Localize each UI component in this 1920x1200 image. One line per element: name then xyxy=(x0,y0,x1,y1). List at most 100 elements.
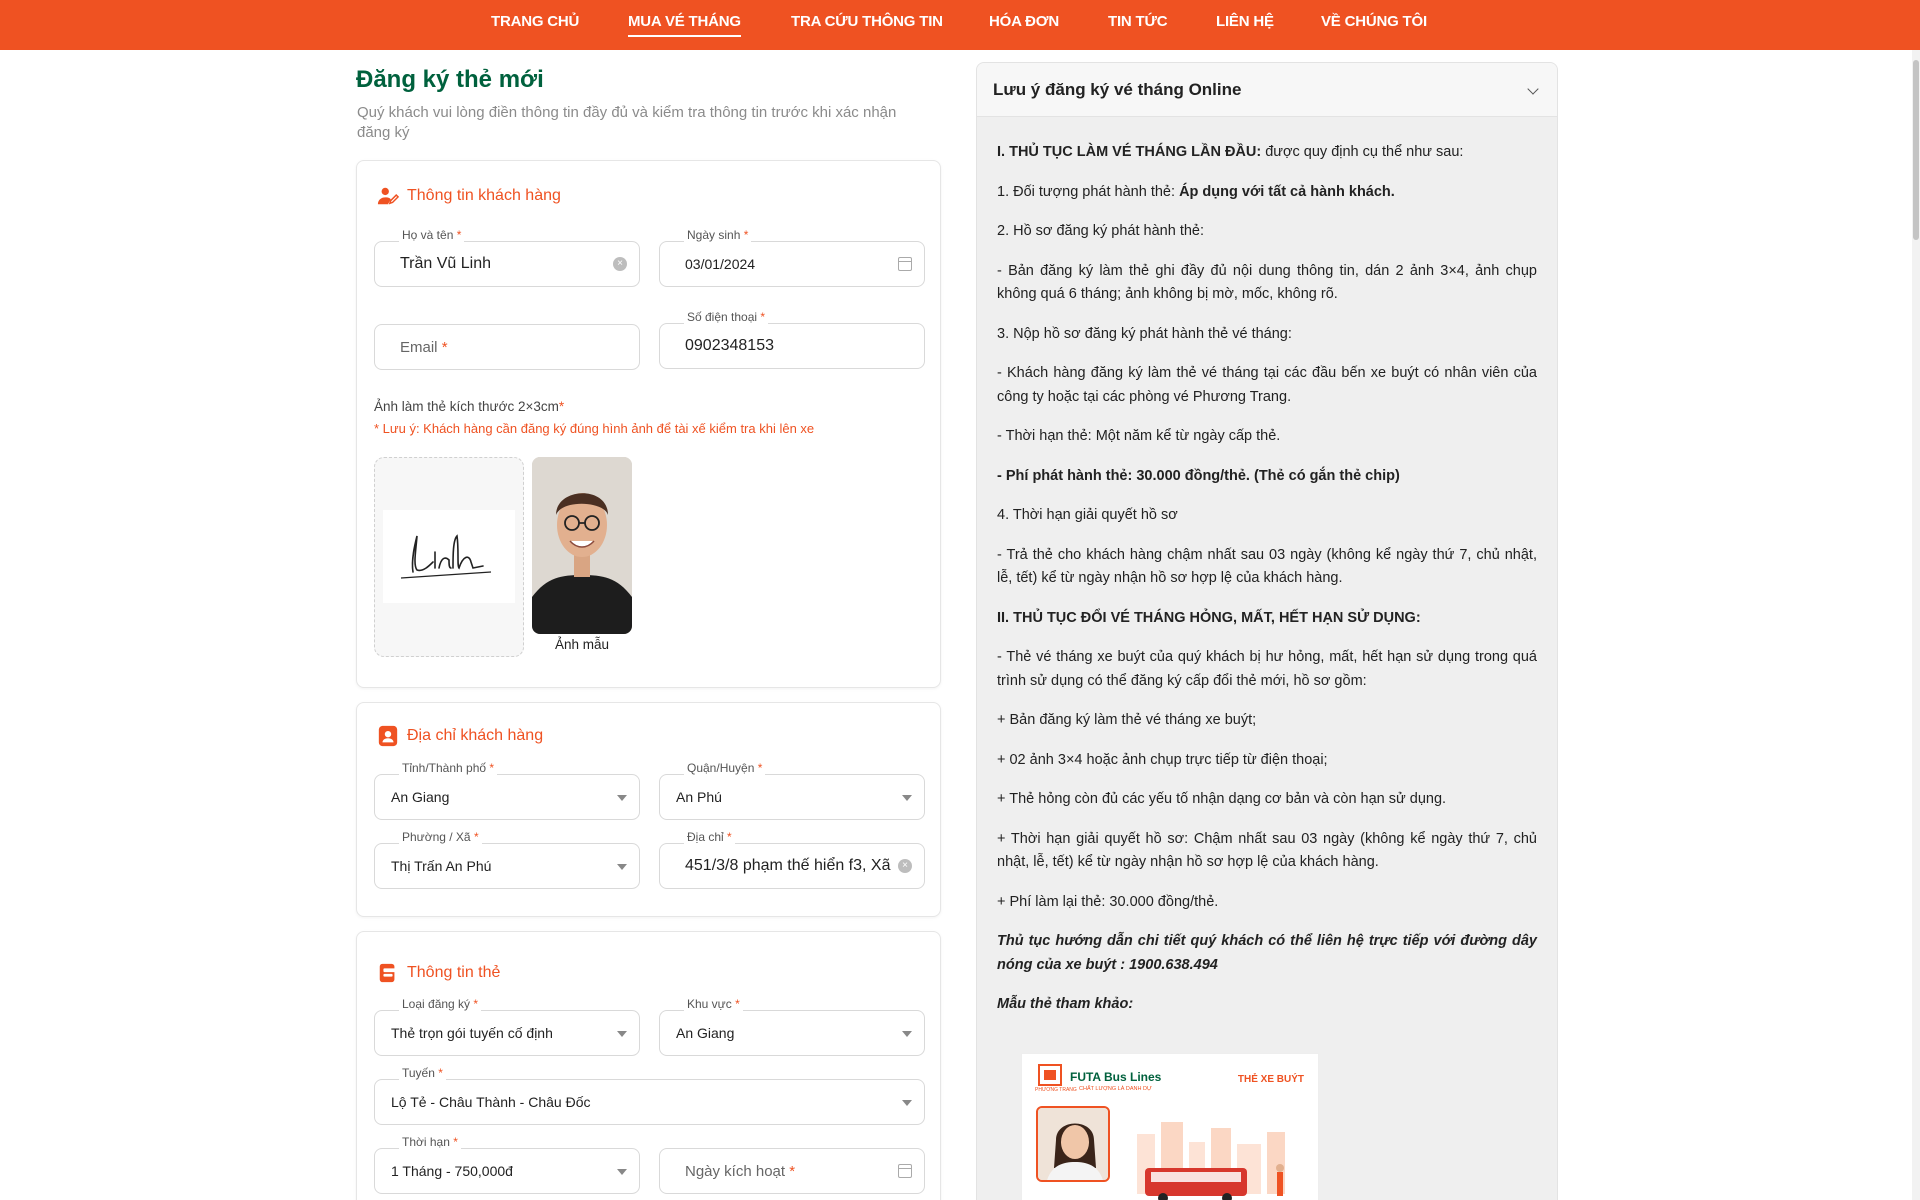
registration-type-value: Thẻ trọn gói tuyến cố định xyxy=(391,1025,553,1041)
notice-title: Lưu ý đăng ký vé tháng Online xyxy=(993,80,1242,99)
notice-item-9: - Trả thẻ cho khách hàng chậm nhất sau 0… xyxy=(997,546,1537,587)
sample-photo-caption: Ảnh mẫu xyxy=(554,637,610,652)
scrollbar-thumb[interactable] xyxy=(1913,60,1919,240)
street-address-value: 451/3/8 phạm thế hiển f3, Xã ( xyxy=(685,857,895,874)
notice-body: I. THỦ TỤC LÀM VÉ THÁNG LẦN ĐẦU: được qu… xyxy=(997,141,1537,1033)
chevron-down-icon xyxy=(617,795,627,801)
chevron-down-icon[interactable] xyxy=(1527,83,1539,95)
notice-item-4: 3. Nộp hồ sơ đăng ký phát hành thẻ vé th… xyxy=(997,325,1292,342)
region-label: Khu vực * xyxy=(684,997,743,1011)
notice-section-2: II. THỦ TỤC ĐỔI VÉ THÁNG HỎNG, MẤT, HẾT … xyxy=(997,609,1421,626)
district-select[interactable]: Quận/Huyện * An Phú xyxy=(659,761,925,820)
notice-item-1: 1. Đối tượng phát hành thẻ: Áp dụng với … xyxy=(997,183,1395,200)
address-card: Địa chỉ khách hàng Tỉnh/Thành phố * An G… xyxy=(356,702,941,917)
nav-invoice[interactable]: HÓA ĐƠN xyxy=(989,0,1059,50)
card-info-card: Thông tin thẻ Loại đăng ký * Thẻ trọn gó… xyxy=(356,931,941,1200)
address-title: Địa chỉ khách hàng xyxy=(377,725,543,747)
customer-info-card: Thông tin khách hàng Họ và tên * Trần Vũ… xyxy=(356,160,941,688)
card-icon xyxy=(379,963,397,983)
nav-lookup[interactable]: TRA CỨU THÔNG TIN xyxy=(791,0,943,50)
card-info-label: Thông tin thẻ xyxy=(407,964,501,981)
route-value: Lộ Tẻ - Châu Thành - Châu Đốc xyxy=(391,1094,591,1110)
duration-select[interactable]: Thời hạn * 1 Tháng - 750,000đ xyxy=(374,1135,640,1194)
page-title: Đăng ký thẻ mới xyxy=(356,66,544,93)
route-select[interactable]: Tuyến * Lộ Tẻ - Châu Thành - Châu Đốc xyxy=(374,1066,925,1125)
chevron-down-icon xyxy=(617,1169,627,1175)
chevron-down-icon xyxy=(902,795,912,801)
phone-value: 0902348153 xyxy=(685,337,774,354)
photo-upload-box[interactable] xyxy=(374,457,524,657)
dob-field[interactable]: Ngày sinh * 03/01/2024 xyxy=(659,228,925,287)
notice-item-5: - Khách hàng đăng ký làm thẻ vé tháng tạ… xyxy=(997,365,1537,405)
contact-card-icon xyxy=(378,725,398,747)
clear-icon[interactable]: × xyxy=(613,257,627,271)
top-nav: TRANG CHỦ MUA VÉ THÁNG TRA CỨU THÔNG TIN… xyxy=(0,0,1920,50)
notice-sample-label: Mẫu thẻ tham khảo: xyxy=(997,996,1134,1012)
full-name-field[interactable]: Họ và tên * Trần Vũ Linh × xyxy=(374,228,640,287)
chevron-down-icon xyxy=(617,864,627,870)
email-placeholder: Email * xyxy=(400,339,448,356)
customer-info-title: Thông tin khách hàng xyxy=(377,185,561,207)
activation-date-placeholder: Ngày kích hoạt * xyxy=(685,1163,796,1180)
photo-label: Ảnh làm thẻ kích thước 2×3cm* xyxy=(374,399,565,414)
notice-item-6: - Thời hạn thẻ: Một năm kể từ ngày cấp t… xyxy=(997,428,1281,444)
card-info-title: Thông tin thẻ xyxy=(377,962,500,984)
phone-field[interactable]: Số điện thoại * 0902348153 xyxy=(659,310,925,369)
registration-type-select[interactable]: Loại đăng ký * Thẻ trọn gói tuyến cố địn… xyxy=(374,997,640,1056)
notice-item-8: 4. Thời hạn giải quyết hồ sơ xyxy=(997,507,1178,523)
sample-card-photo xyxy=(1036,1106,1110,1182)
address-label: Địa chỉ khách hàng xyxy=(407,727,544,744)
sample-logo-text: PHƯƠNG TRANG xyxy=(1035,1087,1077,1093)
dob-value: 03/01/2024 xyxy=(685,256,756,272)
notice-item-13: + Thẻ hỏng còn đủ các yếu tố nhận dạng c… xyxy=(997,791,1447,807)
calendar-icon[interactable] xyxy=(898,1164,912,1178)
province-label: Tỉnh/Thành phố * xyxy=(399,761,498,775)
full-name-label: Họ và tên * xyxy=(399,228,465,242)
page-scrollbar[interactable] xyxy=(1912,50,1920,1200)
sample-slogan: CHẤT LƯỢNG LÀ DANH DỰ xyxy=(1079,1086,1152,1092)
sample-city-skyline xyxy=(1127,1114,1307,1200)
nav-about[interactable]: VỀ CHÚNG TÔI xyxy=(1321,0,1427,50)
photo-note: * Lưu ý: Khách hàng cần đăng ký đúng hìn… xyxy=(374,421,815,436)
street-address-field[interactable]: Địa chỉ * 451/3/8 phạm thế hiển f3, Xã (… xyxy=(659,830,925,889)
sample-card-type: THẺ XE BUÝT xyxy=(1237,1074,1304,1085)
signature-image xyxy=(383,510,515,603)
nav-home[interactable]: TRANG CHỦ xyxy=(491,0,579,50)
registration-type-label: Loại đăng ký * xyxy=(399,997,482,1011)
chevron-down-icon xyxy=(902,1031,912,1037)
activation-date-field[interactable]: Ngày kích hoạt * xyxy=(659,1148,925,1194)
futa-logo-icon xyxy=(1038,1064,1062,1086)
nav-buy-monthly-ticket[interactable]: MUA VÉ THÁNG xyxy=(628,0,741,50)
province-select[interactable]: Tỉnh/Thành phố * An Giang xyxy=(374,761,640,820)
duration-value: 1 Tháng - 750,000đ xyxy=(391,1163,513,1179)
chevron-down-icon xyxy=(902,1100,912,1106)
calendar-icon[interactable] xyxy=(898,257,912,271)
clear-icon[interactable]: × xyxy=(898,859,912,873)
region-select[interactable]: Khu vực * An Giang xyxy=(659,997,925,1056)
ward-select[interactable]: Phường / Xã * Thị Trấn An Phú xyxy=(374,830,640,889)
notice-item-11: + Bản đăng ký làm thẻ vé tháng xe buýt; xyxy=(997,712,1257,728)
notice-item-7: - Phí phát hành thẻ: 30.000 đồng/thẻ. (T… xyxy=(997,467,1400,484)
nav-contact[interactable]: LIÊN HỆ xyxy=(1216,0,1274,50)
notice-header[interactable]: Lưu ý đăng ký vé tháng Online xyxy=(977,63,1557,117)
ward-value: Thị Trấn An Phú xyxy=(391,858,492,874)
chevron-down-icon xyxy=(617,1031,627,1037)
district-value: An Phú xyxy=(676,789,722,805)
street-address-label: Địa chỉ * xyxy=(684,830,735,844)
sample-photo xyxy=(532,457,632,634)
notice-item-15: + Phí làm lại thẻ: 30.000 đồng/thẻ. xyxy=(997,893,1219,910)
notice-item-14: + Thời hạn giải quyết hồ sơ: Chậm nhất s… xyxy=(997,830,1537,871)
duration-label: Thời hạn * xyxy=(399,1135,461,1149)
page-subtitle: Quý khách vui lòng điền thông tin đầy đủ… xyxy=(357,104,897,141)
phone-label: Số điện thoại * xyxy=(684,310,769,324)
sample-card-portrait xyxy=(1038,1108,1108,1180)
notice-item-2: 2. Hồ sơ đăng ký phát hành thẻ: xyxy=(997,223,1205,239)
signature-drawing xyxy=(400,534,492,579)
nav-news[interactable]: TIN TỨC xyxy=(1108,0,1168,50)
notice-item-10: - Thẻ vé tháng xe buýt của quý khách bị … xyxy=(997,649,1537,689)
user-edit-icon xyxy=(377,187,399,205)
province-value: An Giang xyxy=(391,789,450,805)
ward-label: Phường / Xã * xyxy=(399,830,482,844)
email-field[interactable]: Email * xyxy=(374,324,640,370)
customer-info-label: Thông tin khách hàng xyxy=(407,187,561,204)
